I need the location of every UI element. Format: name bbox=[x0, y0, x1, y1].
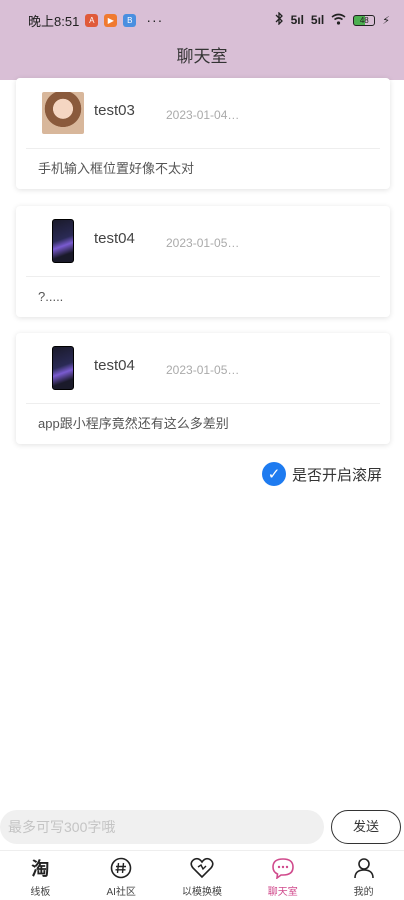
message-username: test04 bbox=[94, 357, 135, 374]
app-icon-video: ▶ bbox=[104, 13, 118, 27]
tab-label: 以模换模 bbox=[181, 887, 222, 898]
page-title: 聊天室 bbox=[176, 47, 228, 66]
message-username: test04 bbox=[94, 230, 135, 247]
message-time: 2023-01-04 ... bbox=[166, 108, 240, 122]
chat-icon bbox=[271, 856, 295, 880]
tab-ai-community[interactable]: AI社区 bbox=[81, 851, 162, 900]
tab-label: 线板 bbox=[30, 887, 51, 898]
message-text: app跟小程序竟然还有这么多差别 bbox=[38, 416, 229, 431]
input-bar: 发送 bbox=[0, 810, 404, 848]
hash-icon bbox=[109, 856, 133, 880]
checkmark-icon[interactable]: ✓ bbox=[262, 462, 286, 486]
clock: 晚上8:51 bbox=[28, 13, 80, 29]
signal-2-icon: 5ıl bbox=[310, 13, 325, 27]
app-icon-b: B bbox=[123, 13, 137, 27]
message-username: test03 bbox=[94, 102, 135, 119]
phone-avatar[interactable] bbox=[52, 219, 74, 263]
autoscroll-toggle[interactable]: ✓ 是否开启滚屏 bbox=[262, 462, 382, 486]
phone-avatar[interactable] bbox=[52, 346, 74, 390]
tab-label: 聊天室 bbox=[267, 887, 298, 898]
status-bar: 晚上8:51 A ▶ B ··· 5ıl 5ıl 48 ⚡ bbox=[0, 0, 404, 40]
more-notifications-icon: ··· bbox=[146, 12, 164, 28]
message-time: 2023-01-05 ... bbox=[166, 236, 240, 250]
signal-1-icon: 5ıl bbox=[290, 13, 304, 27]
tab-label: 我的 bbox=[353, 887, 374, 898]
message-text: 手机输入框位置好像不太对 bbox=[38, 161, 195, 176]
bluetooth-icon bbox=[275, 11, 284, 28]
app-icon-a: A bbox=[85, 13, 99, 27]
tab-mine[interactable]: 我的 bbox=[323, 851, 404, 900]
tab-bar: 淘 线板 AI社区 以模换模 聊天室 我的 bbox=[0, 850, 404, 900]
top-bar: 晚上8:51 A ▶ B ··· 5ıl 5ıl 48 ⚡ 聊天室 bbox=[0, 0, 404, 80]
tab-label: AI社区 bbox=[106, 887, 136, 898]
battery-icon: 48 bbox=[353, 14, 376, 26]
user-icon bbox=[352, 856, 376, 880]
tao-icon: 淘 bbox=[31, 859, 50, 879]
message-text: ?..... bbox=[38, 289, 64, 304]
send-button[interactable]: 发送 bbox=[331, 810, 401, 844]
tab-chatroom[interactable]: 聊天室 bbox=[242, 851, 323, 900]
message-card: test04 2023-01-05 ... app跟小程序竟然还有这么多差别 bbox=[16, 333, 390, 444]
message-card: test04 2023-01-05 ... ?..... bbox=[16, 206, 390, 317]
tab-xianban[interactable]: 淘 线板 bbox=[0, 851, 81, 900]
charging-icon: ⚡ bbox=[382, 14, 390, 27]
girl-avatar[interactable] bbox=[42, 92, 84, 134]
tab-model-exchange[interactable]: 以模换模 bbox=[162, 851, 243, 900]
wifi-icon bbox=[331, 13, 346, 28]
message-time: 2023-01-05 ... bbox=[166, 363, 240, 377]
message-input[interactable] bbox=[0, 810, 324, 844]
heart-icon bbox=[190, 856, 214, 880]
message-card: test03 2023-01-04 ... 手机输入框位置好像不太对 bbox=[16, 78, 390, 189]
autoscroll-label: 是否开启滚屏 bbox=[292, 466, 383, 484]
